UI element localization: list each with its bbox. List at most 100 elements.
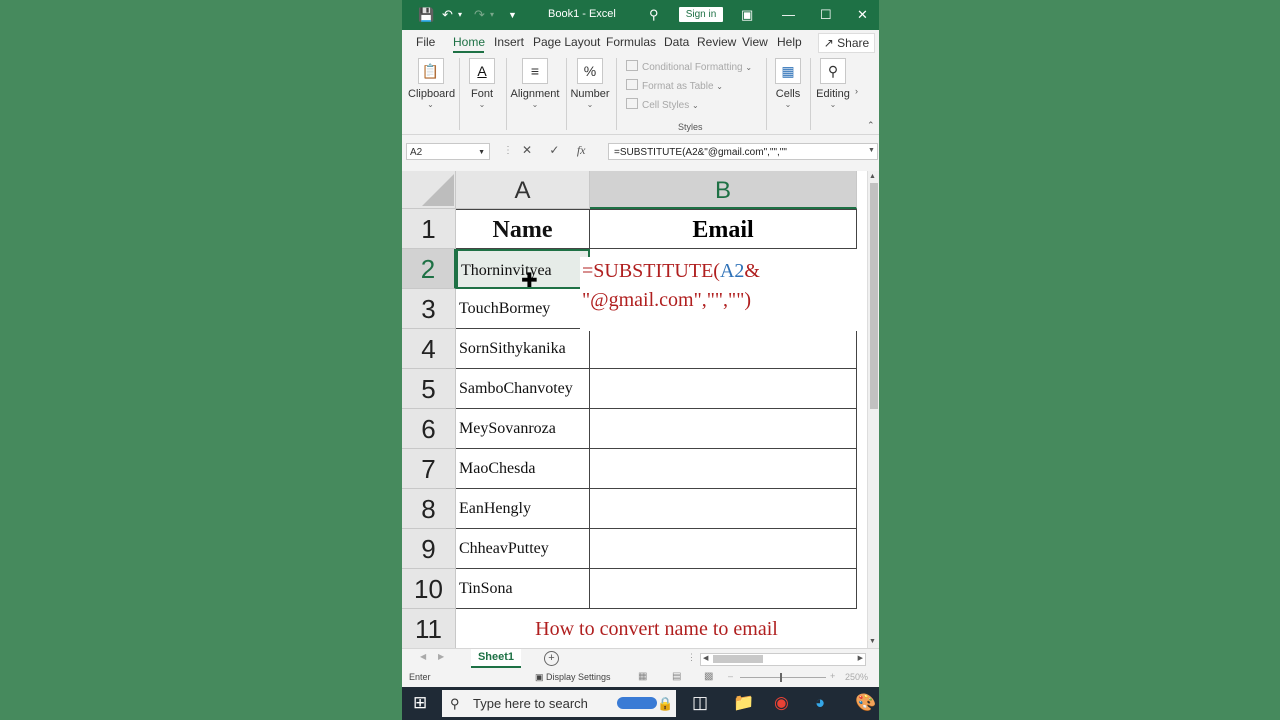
scroll-down-icon[interactable]: ▼ xyxy=(869,638,876,645)
tab-split-icon[interactable]: ⋮ xyxy=(687,652,696,663)
chrome-icon[interactable]: ◉ xyxy=(774,692,789,714)
close-icon[interactable]: ✕ xyxy=(857,6,868,24)
cancel-icon[interactable]: ✕ xyxy=(522,143,532,157)
cell-a7[interactable]: MaoChesda xyxy=(456,449,590,489)
tab-formulas[interactable]: Formulas xyxy=(606,35,656,49)
insert-function-icon[interactable]: fx xyxy=(577,143,586,157)
select-all-button[interactable] xyxy=(402,171,456,209)
collapse-ribbon-icon[interactable]: ⌃ xyxy=(867,120,875,131)
font-button[interactable]: A Font ⌄ xyxy=(466,58,498,109)
task-view-icon[interactable]: ◫ xyxy=(692,692,708,714)
cell-a4[interactable]: SornSithykanika xyxy=(456,329,590,369)
scroll-left-icon[interactable]: ◀ xyxy=(703,654,708,662)
sheet-tab-sheet1[interactable]: Sheet1 xyxy=(471,649,521,668)
enter-icon[interactable]: ✓ xyxy=(549,143,559,157)
row-header[interactable]: 5 xyxy=(402,369,456,409)
cell-b4[interactable] xyxy=(590,329,857,369)
sign-in-button[interactable]: Sign in xyxy=(679,7,723,22)
column-header-a[interactable]: A xyxy=(456,171,590,209)
paint-icon[interactable]: 🎨 xyxy=(855,692,876,714)
row-header[interactable]: 11 xyxy=(402,609,456,649)
page-layout-view-icon[interactable]: ▤ xyxy=(672,671,681,682)
number-button[interactable]: % Number ⌄ xyxy=(570,58,610,109)
horizontal-scrollbar[interactable]: ◀ ▶ xyxy=(700,653,866,666)
redo-icon[interactable]: ↷ xyxy=(474,6,485,24)
row-header[interactable]: 7 xyxy=(402,449,456,489)
share-button[interactable]: ↗ Share xyxy=(818,33,875,53)
cell-b8[interactable] xyxy=(590,489,857,529)
tab-data[interactable]: Data xyxy=(664,35,689,49)
row-header[interactable]: 6 xyxy=(402,409,456,449)
display-settings-button[interactable]: ▣ Display Settings xyxy=(535,672,611,683)
next-sheet-icon[interactable]: ▶ xyxy=(438,652,444,661)
cell-b6[interactable] xyxy=(590,409,857,449)
tab-home[interactable]: Home xyxy=(453,35,485,49)
cell-a10[interactable]: TinSona xyxy=(456,569,590,609)
tab-file[interactable]: File xyxy=(416,35,435,49)
undo-icon[interactable]: ↶ xyxy=(442,6,453,24)
file-explorer-icon[interactable]: 📁 xyxy=(733,692,754,714)
search-icon[interactable]: ⚲ xyxy=(649,6,659,24)
undo-dropdown-icon[interactable]: ▾ xyxy=(458,6,462,24)
scroll-up-icon[interactable]: ▲ xyxy=(869,173,876,180)
zoom-slider[interactable] xyxy=(740,677,826,678)
taskbar-search[interactable]: ⚲ Type here to search 🔒 xyxy=(442,690,676,717)
cell-b7[interactable] xyxy=(590,449,857,489)
cell-styles-button[interactable]: Cell Styles ⌄ xyxy=(626,98,699,111)
row-header[interactable]: 1 xyxy=(402,209,456,249)
editing-button[interactable]: ⚲ Editing ⌄ xyxy=(815,58,851,109)
cell-b9[interactable] xyxy=(590,529,857,569)
scroll-right-icon[interactable]: ▶ xyxy=(858,654,863,662)
page-break-view-icon[interactable]: ▩ xyxy=(704,671,713,682)
row-header[interactable]: 4 xyxy=(402,329,456,369)
minimize-icon[interactable]: — xyxy=(782,6,795,24)
formula-input[interactable]: =SUBSTITUTE(A2&"@gmail.com","","" xyxy=(608,143,878,160)
save-icon[interactable]: 💾 xyxy=(418,6,434,24)
row-header[interactable]: 2 xyxy=(402,249,456,289)
customize-toolbar-icon[interactable]: ▼ xyxy=(508,6,517,24)
clipboard-button[interactable]: 📋 Clipboard ⌄ xyxy=(408,58,455,109)
zoom-slider-thumb[interactable] xyxy=(780,673,782,682)
tab-help[interactable]: Help xyxy=(777,35,802,49)
redo-dropdown-icon[interactable]: ▾ xyxy=(490,6,494,24)
name-box[interactable]: A2 ▼ xyxy=(406,143,490,160)
normal-view-icon[interactable]: ▦ xyxy=(638,671,647,682)
zoom-level[interactable]: 250% xyxy=(845,672,868,682)
alignment-button[interactable]: ≡ Alignment ⌄ xyxy=(510,58,560,109)
cell-a3[interactable]: TouchBormey xyxy=(456,289,590,329)
row-header[interactable]: 9 xyxy=(402,529,456,569)
ribbon-scroll-right-icon[interactable]: › xyxy=(855,86,858,96)
tab-review[interactable]: Review xyxy=(697,35,736,49)
cell-a1[interactable]: Name xyxy=(456,209,590,249)
cells-button[interactable]: ▦ Cells ⌄ xyxy=(772,58,804,109)
cell-b1[interactable]: Email xyxy=(590,209,857,249)
ribbon-display-options-icon[interactable]: ▣ xyxy=(741,6,753,24)
maximize-icon[interactable]: ☐ xyxy=(820,6,832,24)
cell-b5[interactable] xyxy=(590,369,857,409)
row-header[interactable]: 3 xyxy=(402,289,456,329)
cell-a9[interactable]: ChheavPuttey xyxy=(456,529,590,569)
vertical-scrollbar[interactable]: ▲ ▼ xyxy=(867,171,879,648)
tab-view[interactable]: View xyxy=(742,35,768,49)
tab-page-layout[interactable]: Page Layout xyxy=(533,35,600,49)
column-header-b[interactable]: B xyxy=(590,171,857,209)
zoom-in-icon[interactable]: + xyxy=(830,671,835,681)
cell-a5[interactable]: SamboChanvotey xyxy=(456,369,590,409)
zoom-out-icon[interactable]: – xyxy=(728,671,733,681)
windows-start-icon[interactable]: ⊞ xyxy=(413,692,427,714)
row-header[interactable]: 8 xyxy=(402,489,456,529)
cell-a6[interactable]: MeySovanroza xyxy=(456,409,590,449)
cell-b2-editor[interactable]: =SUBSTITUTE(A2& "@gmail.com","","") xyxy=(580,257,859,331)
horizontal-scroll-thumb[interactable] xyxy=(713,655,763,663)
tab-insert[interactable]: Insert xyxy=(494,35,524,49)
edge-icon[interactable]: ◕ xyxy=(815,692,825,714)
cell-b10[interactable] xyxy=(590,569,857,609)
conditional-formatting-button[interactable]: Conditional Formatting ⌄ xyxy=(626,60,752,73)
expand-formula-bar-icon[interactable]: ▼ xyxy=(868,147,875,154)
add-sheet-icon[interactable]: + xyxy=(544,651,559,666)
cell-a8[interactable]: EanHengly xyxy=(456,489,590,529)
format-as-table-button[interactable]: Format as Table ⌄ xyxy=(626,79,723,92)
previous-sheet-icon[interactable]: ◀ xyxy=(420,652,426,661)
vertical-scroll-thumb[interactable] xyxy=(870,183,878,409)
row-header[interactable]: 10 xyxy=(402,569,456,609)
